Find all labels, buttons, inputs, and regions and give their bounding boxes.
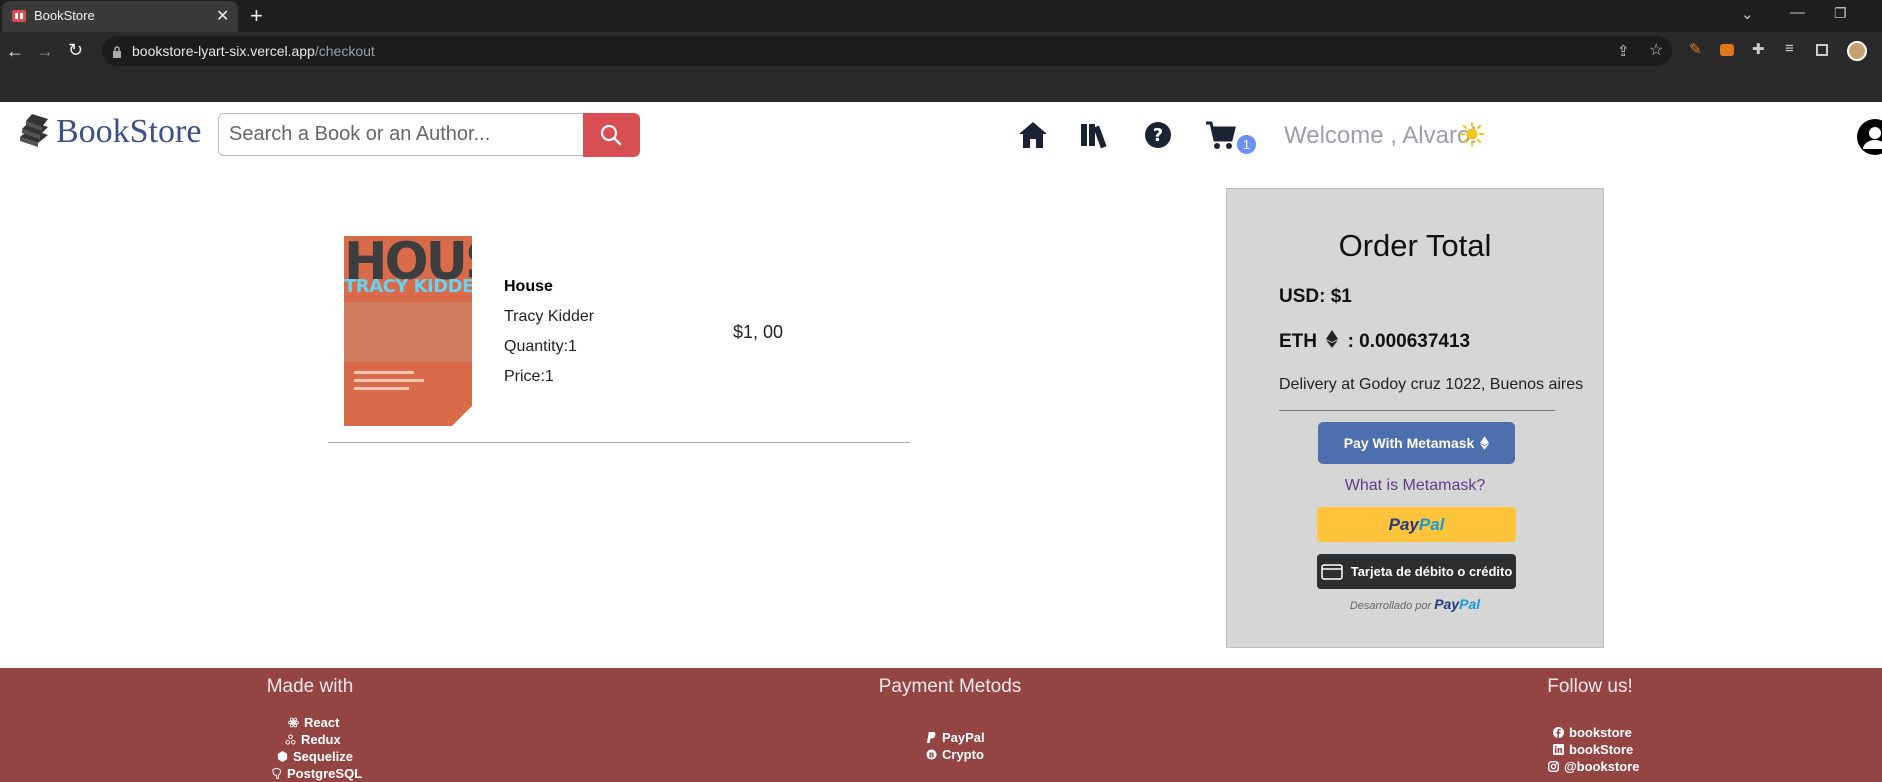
usd-total: USD: $1 — [1279, 286, 1352, 307]
footer-item-redux[interactable]: Redux — [285, 732, 341, 747]
search-icon — [600, 124, 622, 146]
footer-follow-title: Follow us! — [1547, 676, 1633, 697]
item-divider — [328, 442, 910, 443]
footer-item-linkedin[interactable]: bookStore — [1553, 742, 1633, 757]
ethereum-icon — [1480, 436, 1490, 450]
search-button[interactable] — [583, 113, 640, 157]
bookmark-star-icon[interactable]: ☆ — [1649, 40, 1663, 60]
bitcoin-icon: B — [926, 749, 937, 760]
lock-icon — [113, 46, 121, 58]
reload-icon[interactable]: ↻ — [68, 40, 83, 61]
sequelize-icon — [277, 751, 288, 762]
redux-icon — [285, 734, 296, 745]
share-icon[interactable]: ⇪ — [1617, 42, 1630, 60]
forward-icon[interactable]: → — [36, 41, 54, 62]
extensions-icon[interactable]: ✚ — [1752, 40, 1765, 58]
metamask-extension-icon[interactable] — [1720, 44, 1734, 56]
tab-close-icon[interactable]: ✕ — [216, 6, 229, 26]
svg-text:?: ? — [1153, 125, 1163, 146]
instagram-icon — [1548, 761, 1559, 772]
postgresql-icon — [272, 768, 281, 779]
order-total-title: Order Total — [1338, 228, 1492, 263]
item-quantity: Quantity:1 — [504, 338, 577, 355]
user-icon[interactable] — [1856, 118, 1882, 156]
item-title: House — [504, 278, 553, 295]
footer-payment-title: Payment Metods — [878, 676, 1022, 697]
back-icon[interactable]: ← — [6, 41, 24, 62]
library-icon[interactable] — [1078, 118, 1112, 152]
cart-count-badge: 1 — [1237, 135, 1256, 154]
footer-item-sequelize[interactable]: Sequelize — [277, 749, 353, 764]
browser-tab-bar — [0, 0, 1882, 32]
paypal-button[interactable]: Pay Pal — [1317, 507, 1516, 542]
tab-title: BookStore — [34, 8, 95, 23]
svg-text:B: B — [929, 750, 935, 759]
side-panel-icon[interactable] — [1816, 44, 1828, 56]
footer-item-paypal[interactable]: PayPal — [926, 730, 985, 745]
minimize-icon[interactable]: — — [1790, 4, 1805, 21]
footer-made-with-title: Made with — [266, 676, 354, 697]
tab-favicon-icon — [12, 10, 26, 22]
item-author: Tracy Kidder — [504, 308, 595, 325]
tab-search-icon[interactable]: ⌄ — [1741, 5, 1754, 23]
extension-pen-icon[interactable]: ✎ — [1689, 40, 1702, 58]
react-icon — [288, 717, 299, 728]
footer-item-postgresql[interactable]: PostgreSQL — [271, 766, 362, 781]
restore-icon[interactable]: ❐ — [1834, 5, 1847, 22]
footer-item-react[interactable]: React — [288, 715, 339, 730]
ethereum-icon — [1326, 330, 1339, 348]
debit-credit-card-button[interactable]: Tarjeta de débito o crédito — [1317, 554, 1516, 589]
delivery-address: Delivery at Godoy cruz 1022, Buenos aire… — [1279, 376, 1584, 393]
welcome-text: Welcome , Alvaro! — [1284, 122, 1477, 149]
footer-item-crypto[interactable]: B Crypto — [926, 747, 984, 762]
panel-divider — [1279, 410, 1555, 411]
linkedin-icon — [1553, 744, 1564, 755]
logo-text[interactable]: BookStore — [56, 113, 201, 151]
footer-item-instagram[interactable]: @bookstore — [1548, 759, 1640, 774]
search-input[interactable] — [218, 113, 583, 156]
book-stack-icon[interactable] — [18, 113, 50, 147]
paypal-icon — [926, 732, 936, 743]
eth-total: ETH : 0.000637413 — [1279, 330, 1471, 352]
card-icon — [1320, 563, 1343, 580]
help-icon[interactable]: ? — [1141, 118, 1175, 152]
item-price: Price:1 — [504, 368, 554, 385]
cart-icon[interactable] — [1204, 118, 1238, 152]
book-cover-image: HOUSE TRACY KIDDER — [344, 236, 472, 426]
new-tab-icon[interactable]: + — [250, 3, 263, 29]
home-icon[interactable] — [1016, 118, 1050, 152]
reading-list-icon[interactable]: ≡ — [1785, 40, 1794, 57]
item-subtotal: $1, 00 — [733, 322, 784, 342]
what-is-metamask-link[interactable]: What is Metamask? — [1226, 477, 1604, 495]
paypal-powered-by: Desarrollado por PayPal — [1349, 596, 1481, 612]
book-cover-author: TRACY KIDDER — [344, 276, 472, 297]
sun-icon[interactable] — [1460, 122, 1484, 146]
pay-with-metamask-button[interactable]: Pay With Metamask — [1318, 422, 1515, 464]
url-text: bookstore-lyart-six.vercel.app/checkout — [132, 43, 375, 59]
facebook-icon — [1553, 727, 1564, 738]
footer-item-facebook[interactable]: bookstore — [1553, 725, 1632, 740]
profile-avatar[interactable] — [1847, 41, 1867, 61]
